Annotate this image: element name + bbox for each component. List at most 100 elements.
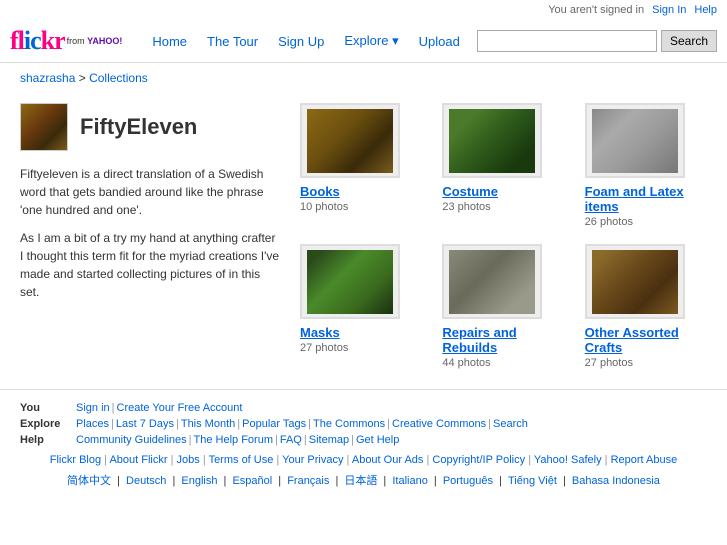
collection-title-masks[interactable]: Masks — [300, 325, 422, 340]
lang-en[interactable]: English — [181, 475, 217, 487]
footer-terms[interactable]: Terms of Use — [209, 454, 274, 466]
search-bar: Search — [477, 30, 717, 52]
lang-es[interactable]: Español — [232, 475, 272, 487]
footer-create-account-link[interactable]: Create Your Free Account — [117, 402, 243, 414]
lang-pt[interactable]: Português — [443, 475, 493, 487]
lang-vi[interactable]: Tiếng Việt — [508, 475, 557, 487]
footer-help-row: Help Community Guidelines | The Help For… — [20, 434, 707, 446]
footer-signin-link[interactable]: Sign in — [76, 402, 110, 414]
logo-text: flickr — [10, 26, 65, 56]
lang-fr[interactable]: Français — [287, 475, 329, 487]
explore-arrow-icon: ▾ — [392, 33, 399, 48]
lang-jp[interactable]: 日本語 — [344, 475, 377, 487]
search-button[interactable]: Search — [661, 30, 717, 52]
description-para-2: As I am a bit of a try my hand at anythi… — [20, 229, 280, 301]
collection-thumb-foam[interactable] — [585, 103, 685, 178]
footer-jobs[interactable]: Jobs — [177, 454, 200, 466]
collection-item-costume: Costume 23 photos — [442, 103, 564, 228]
lang-zh[interactable]: 简体中文 — [67, 475, 111, 487]
footer-about[interactable]: About Flickr — [109, 454, 167, 466]
logo-nav: flickr from YAHOO! Home The Tour Sign Up… — [0, 20, 727, 62]
footer-thecommons[interactable]: The Commons — [313, 418, 385, 430]
profile-description: Fiftyeleven is a direct translation of a… — [20, 165, 280, 301]
breadcrumb-user[interactable]: shazrasha — [20, 71, 75, 85]
nav-home[interactable]: Home — [142, 34, 197, 49]
footer-thismonth[interactable]: This Month — [181, 418, 235, 430]
main-content: FiftyEleven Fiftyeleven is a direct tran… — [0, 93, 727, 389]
collection-thumb-other[interactable] — [585, 244, 685, 319]
collection-thumb-masks[interactable] — [300, 244, 400, 319]
collection-item-books: Books10 photos — [300, 103, 422, 228]
collections-grid: Books10 photos Costume 23 photos Foam and L… — [300, 103, 707, 369]
footer-ads[interactable]: About Our Ads — [352, 454, 424, 466]
collection-title-other[interactable]: Other Assorted Crafts — [585, 325, 707, 355]
main-nav: Home The Tour Sign Up Explore ▾ Upload — [142, 33, 469, 49]
collection-item-repairs: Repairs and Rebuilds 44 photos — [442, 244, 564, 369]
nav-upload[interactable]: Upload — [409, 34, 470, 49]
footer-you-row: You Sign in | Create Your Free Account — [20, 402, 707, 414]
collection-thumb-image-repairs — [449, 250, 535, 314]
collection-title-foam[interactable]: Foam and Latex items — [585, 184, 707, 214]
nav-explore[interactable]: Explore ▾ — [334, 33, 408, 49]
footer-safe[interactable]: Yahoo! Safely — [534, 454, 602, 466]
top-bar: You aren't signed in Sign In Help — [0, 0, 727, 20]
footer-report[interactable]: Report Abuse — [611, 454, 678, 466]
footer-places[interactable]: Places — [76, 418, 109, 430]
footer-copyright[interactable]: Copyright/IP Policy — [432, 454, 525, 466]
header: You aren't signed in Sign In Help flickr… — [0, 0, 727, 63]
footer-gethelp[interactable]: Get Help — [356, 434, 399, 446]
collection-title-books[interactable]: Books — [300, 184, 422, 199]
footer-search[interactable]: Search — [493, 418, 528, 430]
footer-help-label: Help — [20, 434, 70, 446]
nav-signup[interactable]: Sign Up — [268, 34, 334, 49]
footer-explore-row: Explore Places | Last 7 Days | This Mont… — [20, 418, 707, 430]
footer-blog[interactable]: Flickr Blog — [50, 454, 101, 466]
logo-yahoo: from YAHOO! — [67, 36, 123, 46]
footer-explore-links: Places | Last 7 Days | This Month | Popu… — [76, 418, 528, 430]
collection-item-other: Other Assorted Crafts27 photos — [585, 244, 707, 369]
footer: You Sign in | Create Your Free Account E… — [0, 389, 727, 500]
description-para-1: Fiftyeleven is a direct translation of a… — [20, 165, 280, 219]
collection-thumb-books[interactable] — [300, 103, 400, 178]
logo[interactable]: flickr from YAHOO! — [10, 26, 122, 56]
footer-creativecommons[interactable]: Creative Commons — [392, 418, 486, 430]
collection-title-costume[interactable]: Costume — [442, 184, 564, 199]
footer-bottom: Flickr Blog | About Flickr | Jobs | Term… — [20, 454, 707, 466]
footer-you-label: You — [20, 402, 70, 414]
collection-count-foam: 26 photos — [585, 216, 707, 228]
collections-panel: Books10 photos Costume 23 photos Foam and L… — [300, 103, 707, 369]
lang-it[interactable]: Italiano — [392, 475, 427, 487]
collection-item-foam: Foam and Latex items 26 photos — [585, 103, 707, 228]
footer-helpforum[interactable]: The Help Forum — [194, 434, 273, 446]
breadcrumb-page[interactable]: Collections — [89, 71, 148, 85]
breadcrumb: shazrasha > Collections — [0, 63, 727, 93]
collection-thumb-costume[interactable] — [442, 103, 542, 178]
help-link[interactable]: Help — [694, 4, 717, 16]
footer-last7days[interactable]: Last 7 Days — [116, 418, 174, 430]
collection-count-masks: 27 photos — [300, 342, 422, 354]
collection-title-repairs[interactable]: Repairs and Rebuilds — [442, 325, 564, 355]
collection-thumb-image-foam — [592, 109, 678, 173]
footer-guidelines[interactable]: Community Guidelines — [76, 434, 187, 446]
collection-thumb-repairs[interactable] — [442, 244, 542, 319]
footer-sitemap[interactable]: Sitemap — [309, 434, 349, 446]
footer-populartags[interactable]: Popular Tags — [242, 418, 306, 430]
footer-faq[interactable]: FAQ — [280, 434, 302, 446]
breadcrumb-sep: > — [79, 71, 89, 85]
collection-thumb-image-masks — [307, 250, 393, 314]
username: FiftyEleven — [80, 114, 197, 140]
lang-de[interactable]: Deutsch — [126, 475, 166, 487]
footer-help-links: Community Guidelines | The Help Forum | … — [76, 434, 399, 446]
search-input[interactable] — [477, 30, 657, 52]
collection-count-repairs: 44 photos — [442, 357, 564, 369]
nav-tour[interactable]: The Tour — [197, 34, 268, 49]
collection-item-masks: Masks 27 photos — [300, 244, 422, 369]
sign-in-link[interactable]: Sign In — [652, 4, 686, 16]
avatar — [20, 103, 68, 151]
profile-header: FiftyEleven — [20, 103, 280, 151]
lang-id[interactable]: Bahasa Indonesia — [572, 475, 660, 487]
collection-count-costume: 23 photos — [442, 201, 564, 213]
explore-link-label: Explore — [344, 33, 388, 48]
footer-privacy[interactable]: Your Privacy — [282, 454, 343, 466]
signed-out-text: You aren't signed in — [548, 4, 644, 16]
